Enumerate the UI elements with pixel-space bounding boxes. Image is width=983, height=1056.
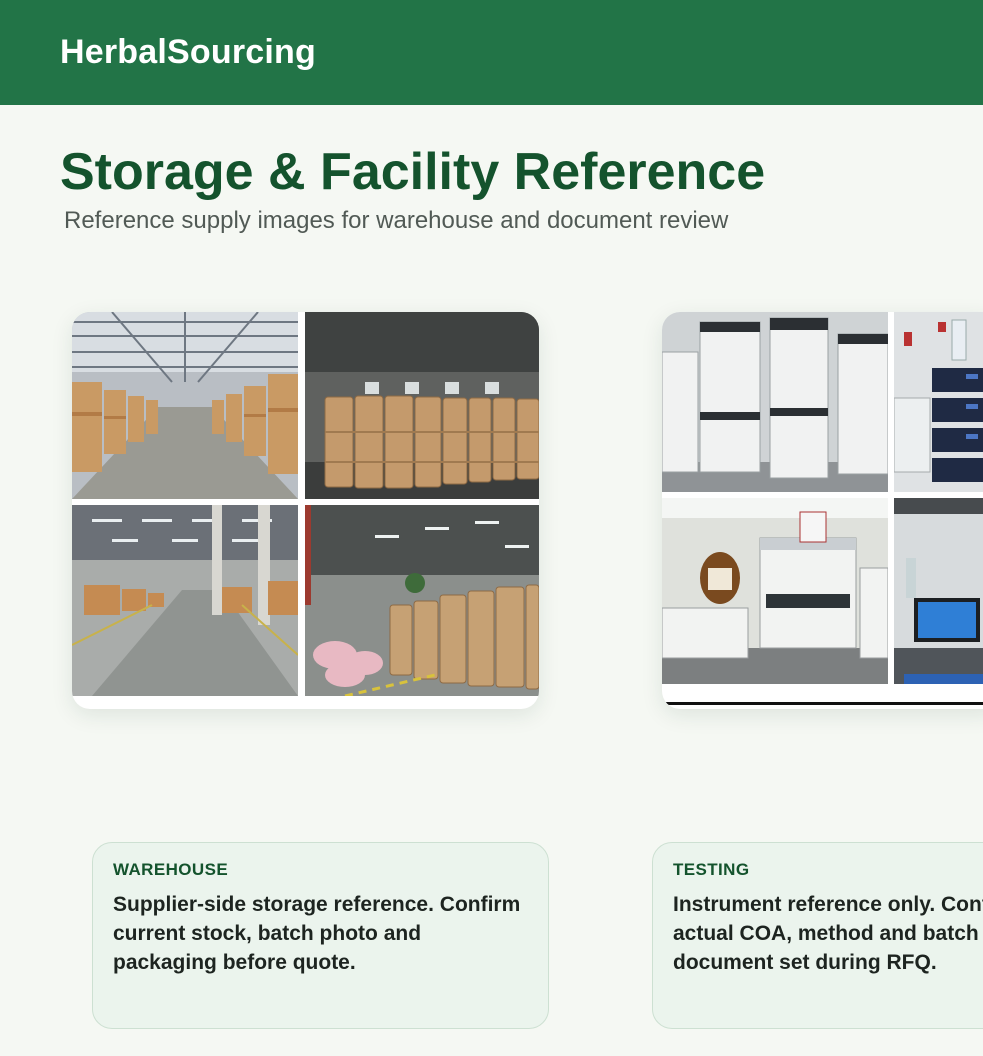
lab-instruments-photo [894,312,983,492]
lab-bench-photo [662,498,888,684]
drum-stack-photo [305,312,539,499]
page-subtitle: Reference supply images for warehouse an… [64,207,729,234]
warehouse-aisle-photo [72,312,298,499]
testing-image-card[interactable] [662,312,983,709]
testing-note-card: TESTING Instrument reference only. Confi… [652,842,983,1029]
pallet-warehouse-photo [72,505,298,696]
warehouse-note-card: WAREHOUSE Supplier-side storage referenc… [92,842,549,1029]
brand-logo-text[interactable]: HerbalSourcing [60,33,316,72]
testing-note-text: Instrument reference only. Confirm actua… [673,893,983,974]
top-header-bar: HerbalSourcing [0,0,983,105]
testing-tag: TESTING [673,860,750,879]
lab-computer-photo [894,498,983,684]
hplc-instruments-photo [662,312,888,492]
warehouse-image-card[interactable] [72,312,539,709]
card-bottom-rule [662,702,983,705]
warehouse-note-text: Supplier-side storage reference. Confirm… [113,893,521,974]
page-title: Storage & Facility Reference [60,143,766,201]
warehouse-tag: WAREHOUSE [113,860,229,879]
drum-and-bag-storage-photo [305,505,539,696]
